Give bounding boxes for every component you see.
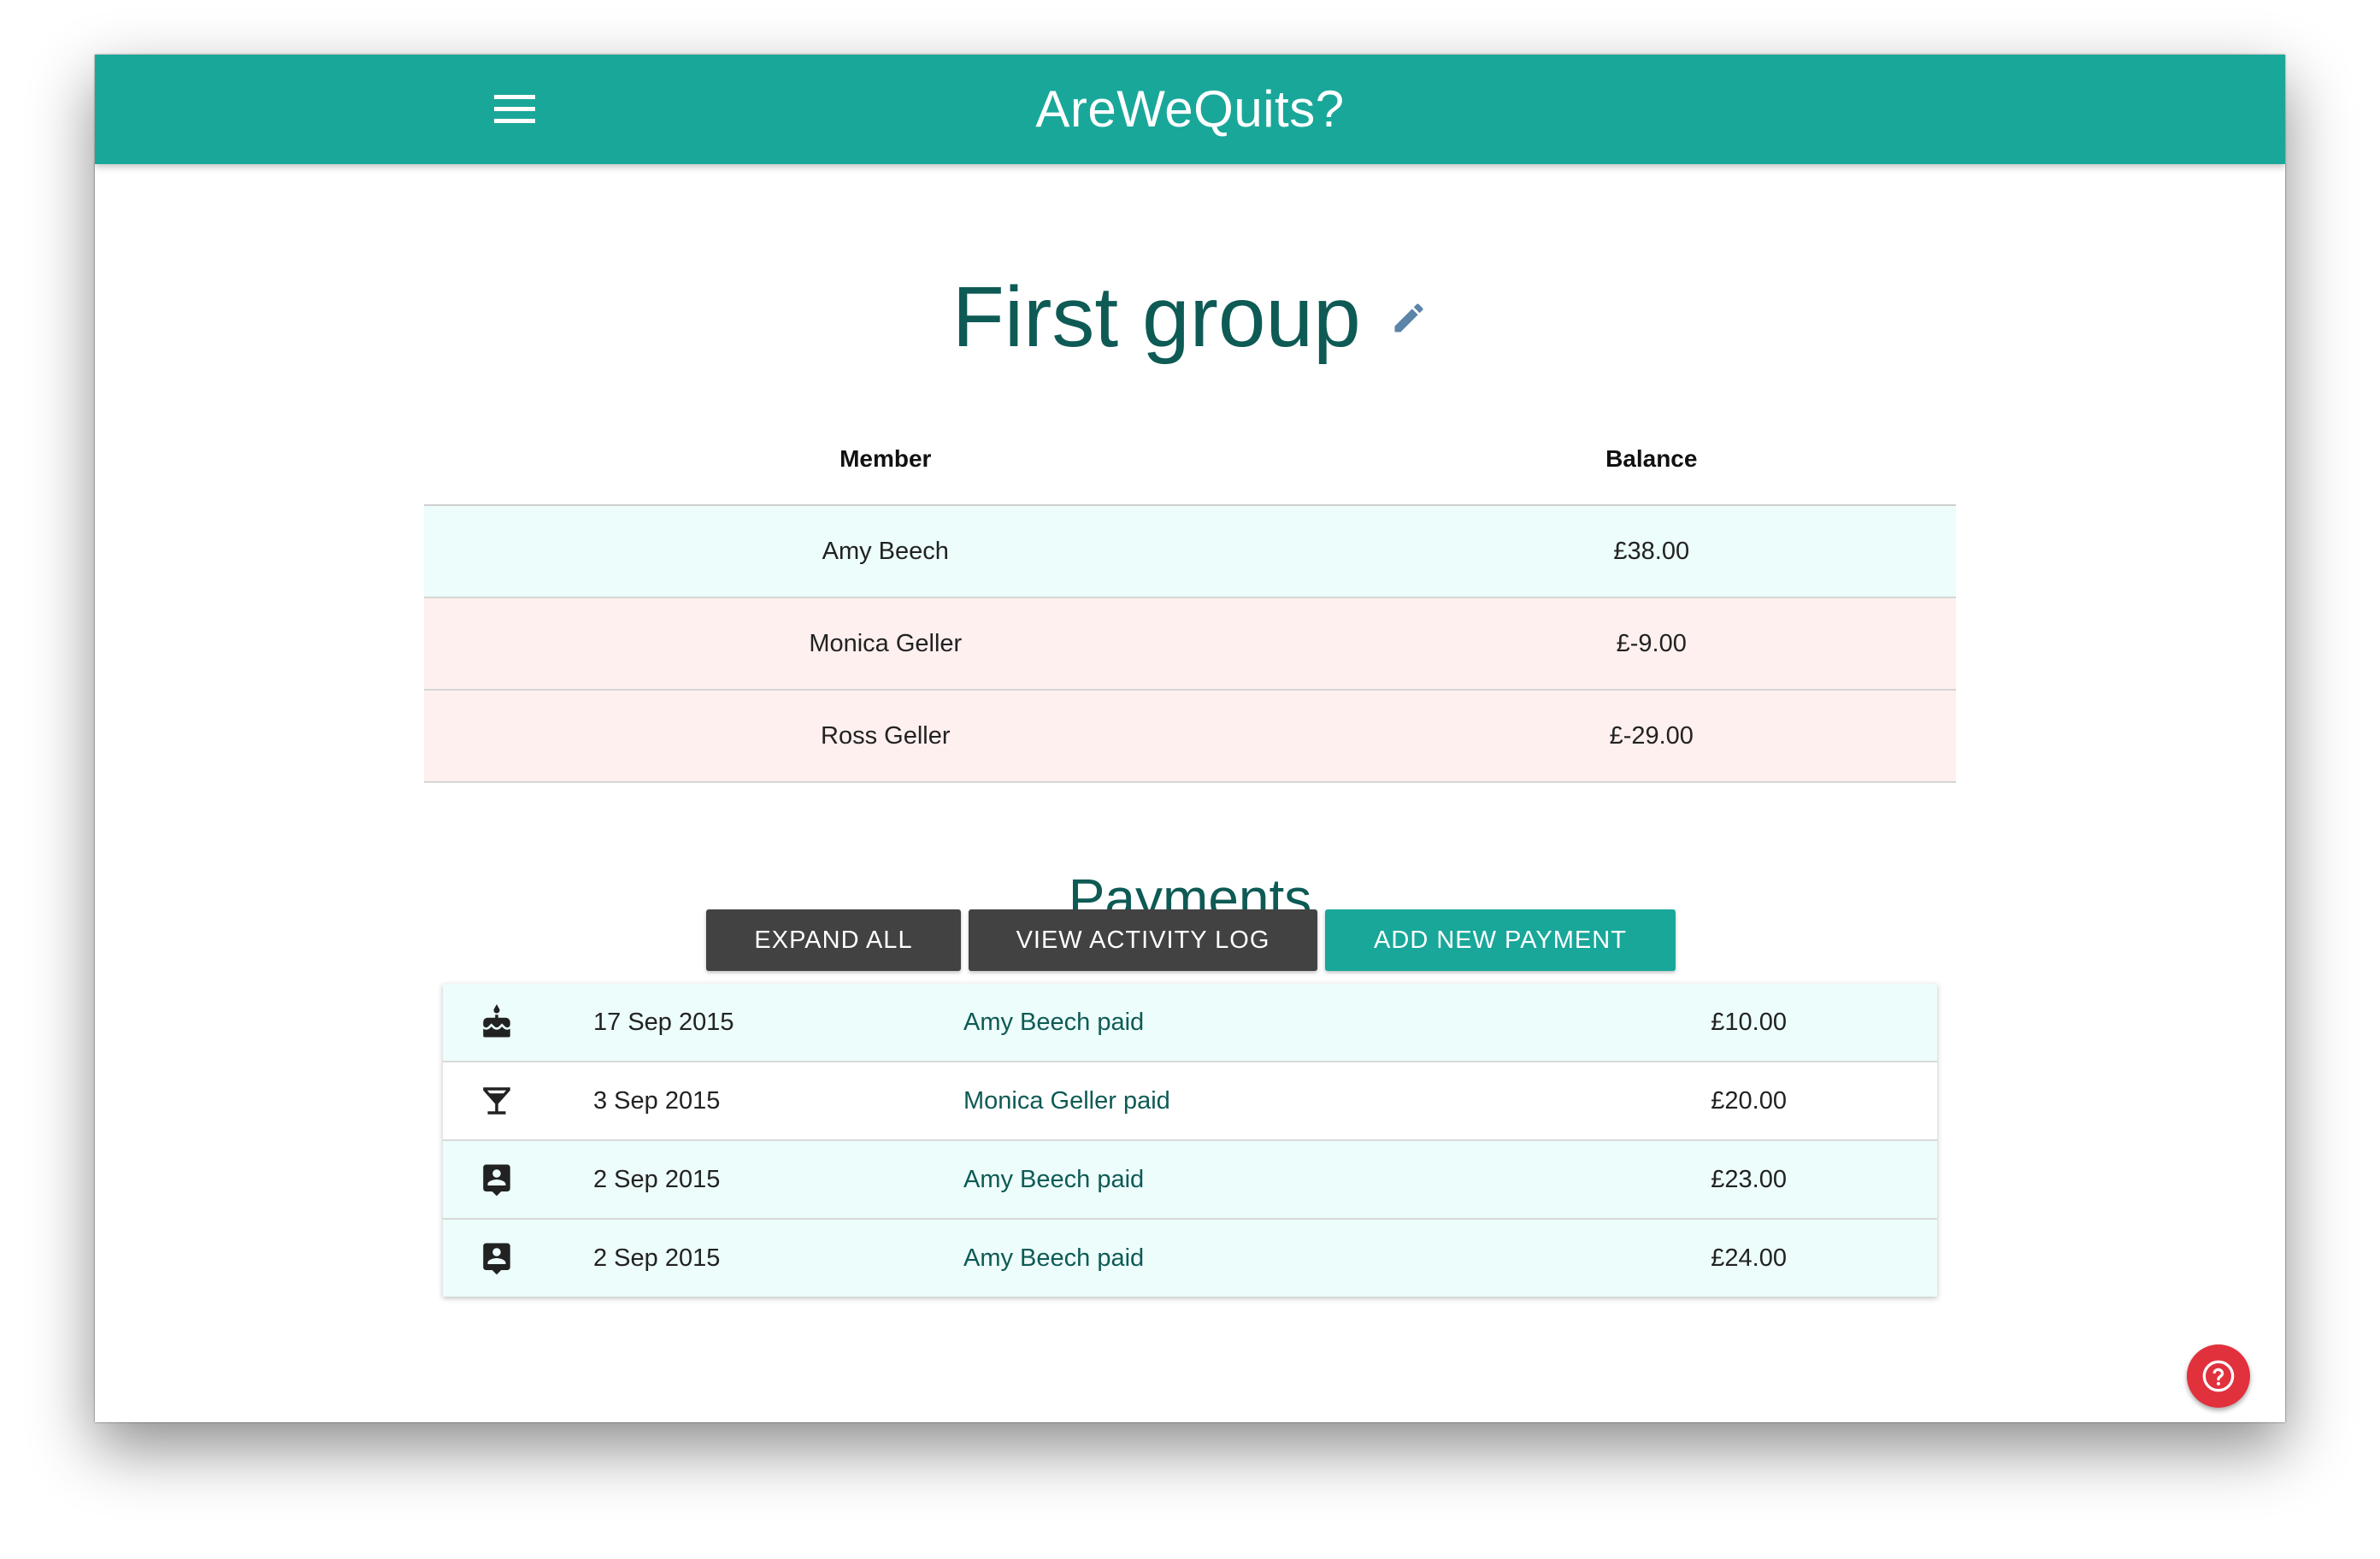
payment-date: 2 Sep 2015 — [593, 1166, 721, 1193]
payment-amount: £10.00 — [1711, 1009, 1787, 1036]
payment-row[interactable]: 17 Sep 2015 Amy Beech paid £10.00 — [443, 984, 1937, 1062]
group-title-row: First group — [95, 268, 2285, 367]
payment-date: 3 Sep 2015 — [593, 1087, 721, 1115]
member-row: Ross Geller £-29.00 — [424, 690, 1956, 783]
add-new-payment-button[interactable]: ADD NEW PAYMENT — [1325, 909, 1676, 971]
contact-icon — [479, 1162, 515, 1197]
payment-description: Amy Beech paid — [963, 1166, 1145, 1193]
member-row: Amy Beech £38.00 — [424, 505, 1956, 598]
member-balance: £38.00 — [1346, 505, 1956, 598]
screenshot-stage: AreWeQuits? First group Member Balance A… — [0, 0, 2380, 1559]
group-title: First group — [951, 269, 1361, 365]
payment-description: Amy Beech paid — [963, 1244, 1145, 1272]
member-column-header: Member — [424, 414, 1347, 506]
payment-amount: £20.00 — [1711, 1087, 1787, 1115]
expand-all-button[interactable]: EXPAND ALL — [706, 909, 961, 971]
member-name: Ross Geller — [424, 690, 1347, 783]
payment-amount: £24.00 — [1711, 1244, 1787, 1272]
member-name: Amy Beech — [424, 505, 1347, 598]
app-title: AreWeQuits? — [1035, 80, 1345, 138]
help-icon — [2202, 1360, 2235, 1392]
balance-column-header: Balance — [1346, 414, 1956, 506]
pencil-icon[interactable] — [1390, 299, 1428, 337]
member-name: Monica Geller — [424, 597, 1347, 691]
members-table: Member Balance Amy Beech £38.00 Monica G… — [424, 414, 1956, 783]
view-activity-log-button[interactable]: VIEW ACTIVITY LOG — [969, 909, 1317, 971]
cocktail-icon — [479, 1083, 515, 1119]
browser-window: AreWeQuits? First group Member Balance A… — [95, 55, 2285, 1422]
cake-icon — [479, 1004, 515, 1040]
contact-icon — [479, 1240, 515, 1276]
app-header: AreWeQuits? — [95, 55, 2285, 164]
payment-amount: £23.00 — [1711, 1166, 1787, 1193]
payment-row[interactable]: 2 Sep 2015 Amy Beech paid £23.00 — [443, 1141, 1937, 1220]
payments-list: 17 Sep 2015 Amy Beech paid £10.00 3 Sep … — [443, 984, 1937, 1297]
payment-row[interactable]: 2 Sep 2015 Amy Beech paid £24.00 — [443, 1220, 1937, 1297]
help-button[interactable] — [2187, 1344, 2250, 1408]
payment-row[interactable]: 3 Sep 2015 Monica Geller paid £20.00 — [443, 1062, 1937, 1141]
member-balance: £-29.00 — [1346, 690, 1956, 783]
members-header-row: Member Balance — [424, 414, 1956, 506]
payment-date: 2 Sep 2015 — [593, 1244, 721, 1272]
member-balance: £-9.00 — [1346, 597, 1956, 691]
payment-description: Monica Geller paid — [963, 1087, 1170, 1115]
payment-date: 17 Sep 2015 — [593, 1009, 734, 1036]
member-row: Monica Geller £-9.00 — [424, 597, 1956, 691]
payment-description: Amy Beech paid — [963, 1009, 1145, 1036]
